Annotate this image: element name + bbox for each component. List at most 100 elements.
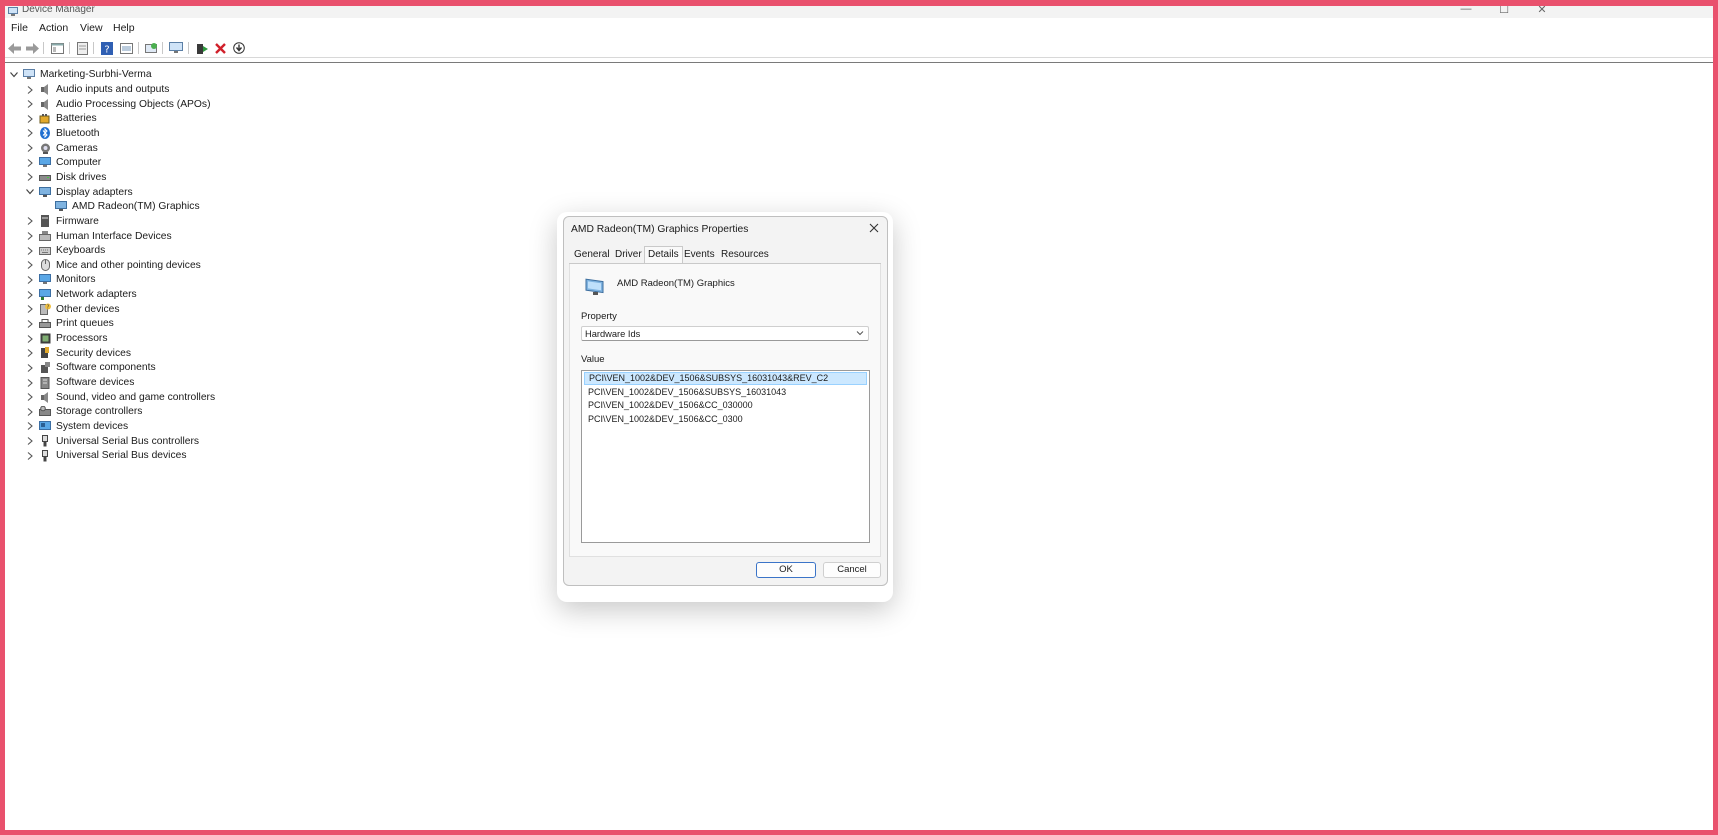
tree-category-human-interface-devices[interactable]: Human Interface Devices [25, 229, 172, 244]
property-dropdown-value: Hardware Ids [585, 329, 641, 339]
maximize-button[interactable]: ☐ [1489, 3, 1519, 16]
tree-category-print-queues[interactable]: Print queues [25, 316, 114, 331]
tree-category-processors[interactable]: Processors [25, 331, 108, 346]
display-adapter-icon [55, 201, 67, 212]
chevron-right-icon[interactable] [25, 172, 35, 182]
tree-item-label: Monitors [56, 274, 96, 286]
keyboard-icon [39, 245, 51, 256]
list-item[interactable]: PCI\VEN_1002&DEV_1506&SUBSYS_16031043 [584, 386, 867, 399]
tree-category-cameras[interactable]: Cameras [25, 141, 98, 156]
tree-category-system-devices[interactable]: System devices [25, 419, 128, 434]
menu-help[interactable]: Help [113, 22, 135, 34]
bluetooth-icon [39, 127, 51, 140]
scan-hardware-icon[interactable] [144, 41, 158, 55]
properties-icon[interactable] [75, 41, 89, 55]
dialog-title: AMD Radeon(TM) Graphics Properties [571, 224, 749, 235]
menu-action[interactable]: Action [39, 22, 68, 34]
chevron-right-icon[interactable] [25, 275, 35, 285]
chevron-right-icon[interactable] [25, 334, 35, 344]
tree-category-mice-and-other-pointing-devices[interactable]: Mice and other pointing devices [25, 258, 201, 273]
speaker-icon [39, 84, 51, 95]
chevron-right-icon[interactable] [25, 158, 35, 168]
chevron-right-icon[interactable] [25, 128, 35, 138]
tree-category-audio-processing-objects-apos[interactable]: Audio Processing Objects (APOs) [25, 97, 211, 112]
menu-file[interactable]: File [11, 22, 28, 34]
chevron-right-icon[interactable] [25, 85, 35, 95]
chevron-right-icon[interactable] [25, 231, 35, 241]
chevron-right-icon[interactable] [25, 260, 35, 270]
chevron-right-icon[interactable] [25, 216, 35, 226]
list-item[interactable]: PCI\VEN_1002&DEV_1506&CC_0300 [584, 413, 867, 426]
tab-resources[interactable]: Resources [721, 249, 769, 260]
chevron-right-icon[interactable] [25, 319, 35, 329]
chevron-right-icon[interactable] [25, 392, 35, 402]
close-window-button[interactable]: ✕ [1527, 3, 1557, 16]
chevron-right-icon[interactable] [25, 451, 35, 461]
forward-icon[interactable] [25, 41, 39, 55]
tab-general[interactable]: General [574, 249, 610, 260]
tree-root-computer[interactable]: Marketing-Surbhi-Verma [9, 67, 152, 82]
firmware-icon [39, 215, 51, 228]
tree-item-label: Security devices [56, 347, 131, 359]
tree-category-monitors[interactable]: Monitors [25, 272, 95, 287]
tree-item-label: Print queues [56, 318, 114, 330]
tree-category-bluetooth[interactable]: Bluetooth [25, 126, 100, 141]
tree-category-batteries[interactable]: Batteries [25, 111, 97, 126]
tab-details[interactable]: Details [644, 246, 683, 263]
tree-category-firmware[interactable]: Firmware [25, 214, 99, 229]
tab-events[interactable]: Events [684, 249, 715, 260]
camera-icon [39, 143, 51, 154]
tree-category-universal-serial-bus-devices[interactable]: Universal Serial Bus devices [25, 448, 186, 463]
chevron-right-icon[interactable] [25, 99, 35, 109]
chevron-right-icon[interactable] [25, 436, 35, 446]
tree-category-display-adapters[interactable]: Display adapters [25, 185, 133, 200]
network-adapter-icon [39, 289, 51, 301]
tree-category-universal-serial-bus-controllers[interactable]: Universal Serial Bus controllers [25, 434, 199, 449]
help-icon[interactable]: ? [100, 41, 114, 55]
property-dropdown[interactable]: Hardware Ids [581, 326, 869, 341]
chevron-right-icon[interactable] [25, 378, 35, 388]
tree-category-sound-video-and-game-controllers[interactable]: Sound, video and game controllers [25, 390, 215, 405]
chevron-right-icon[interactable] [25, 348, 35, 358]
back-icon[interactable] [7, 41, 21, 55]
chevron-right-icon[interactable] [25, 407, 35, 417]
tree-category-computer[interactable]: Computer [25, 155, 101, 170]
chevron-right-icon[interactable] [25, 143, 35, 153]
dialog-close-icon[interactable] [865, 219, 883, 237]
tree-category-software-components[interactable]: Software components [25, 360, 156, 375]
uninstall-device-icon[interactable] [213, 41, 227, 55]
cancel-button[interactable]: Cancel [823, 562, 881, 578]
chevron-right-icon[interactable] [25, 246, 35, 256]
computer-icon [39, 157, 51, 168]
tree-category-software-devices[interactable]: Software devices [25, 375, 134, 390]
value-listbox[interactable]: PCI\VEN_1002&DEV_1506&SUBSYS_16031043&RE… [581, 370, 870, 543]
tree-category-other-devices[interactable]: ? Other devices [25, 302, 120, 317]
chevron-right-icon[interactable] [25, 114, 35, 124]
chevron-right-icon[interactable] [25, 363, 35, 373]
tree-category-network-adapters[interactable]: Network adapters [25, 287, 137, 302]
menu-view[interactable]: View [80, 22, 103, 34]
show-hide-console-tree-icon[interactable] [50, 41, 64, 55]
minimize-button[interactable]: — [1451, 3, 1481, 15]
tree-category-keyboards[interactable]: Keyboards [25, 243, 105, 258]
list-item[interactable]: PCI\VEN_1002&DEV_1506&SUBSYS_16031043&RE… [584, 372, 867, 385]
ok-button[interactable]: OK [756, 562, 816, 578]
chevron-right-icon[interactable] [25, 421, 35, 431]
chevron-right-icon[interactable] [25, 290, 35, 300]
software-device-icon [39, 376, 51, 389]
tree-category-disk-drives[interactable]: Disk drives [25, 170, 106, 185]
tree-device-amd-radeon-tm-graphics[interactable]: AMD Radeon(TM) Graphics [55, 199, 200, 214]
tab-driver[interactable]: Driver [615, 249, 642, 260]
chevron-down-icon[interactable] [25, 187, 35, 197]
monitor-icon [39, 274, 51, 285]
tree-category-security-devices[interactable]: Security devices [25, 346, 131, 361]
add-driver-icon[interactable] [195, 41, 209, 55]
tree-category-audio-inputs-and-outputs[interactable]: Audio inputs and outputs [25, 82, 169, 97]
chevron-right-icon[interactable] [25, 304, 35, 314]
update-driver-icon[interactable] [119, 41, 133, 55]
list-item[interactable]: PCI\VEN_1002&DEV_1506&CC_030000 [584, 399, 867, 412]
tree-category-storage-controllers[interactable]: Storage controllers [25, 404, 142, 419]
chevron-down-icon[interactable] [9, 70, 19, 80]
download-icon[interactable] [232, 41, 246, 55]
monitor-icon[interactable] [169, 41, 183, 55]
